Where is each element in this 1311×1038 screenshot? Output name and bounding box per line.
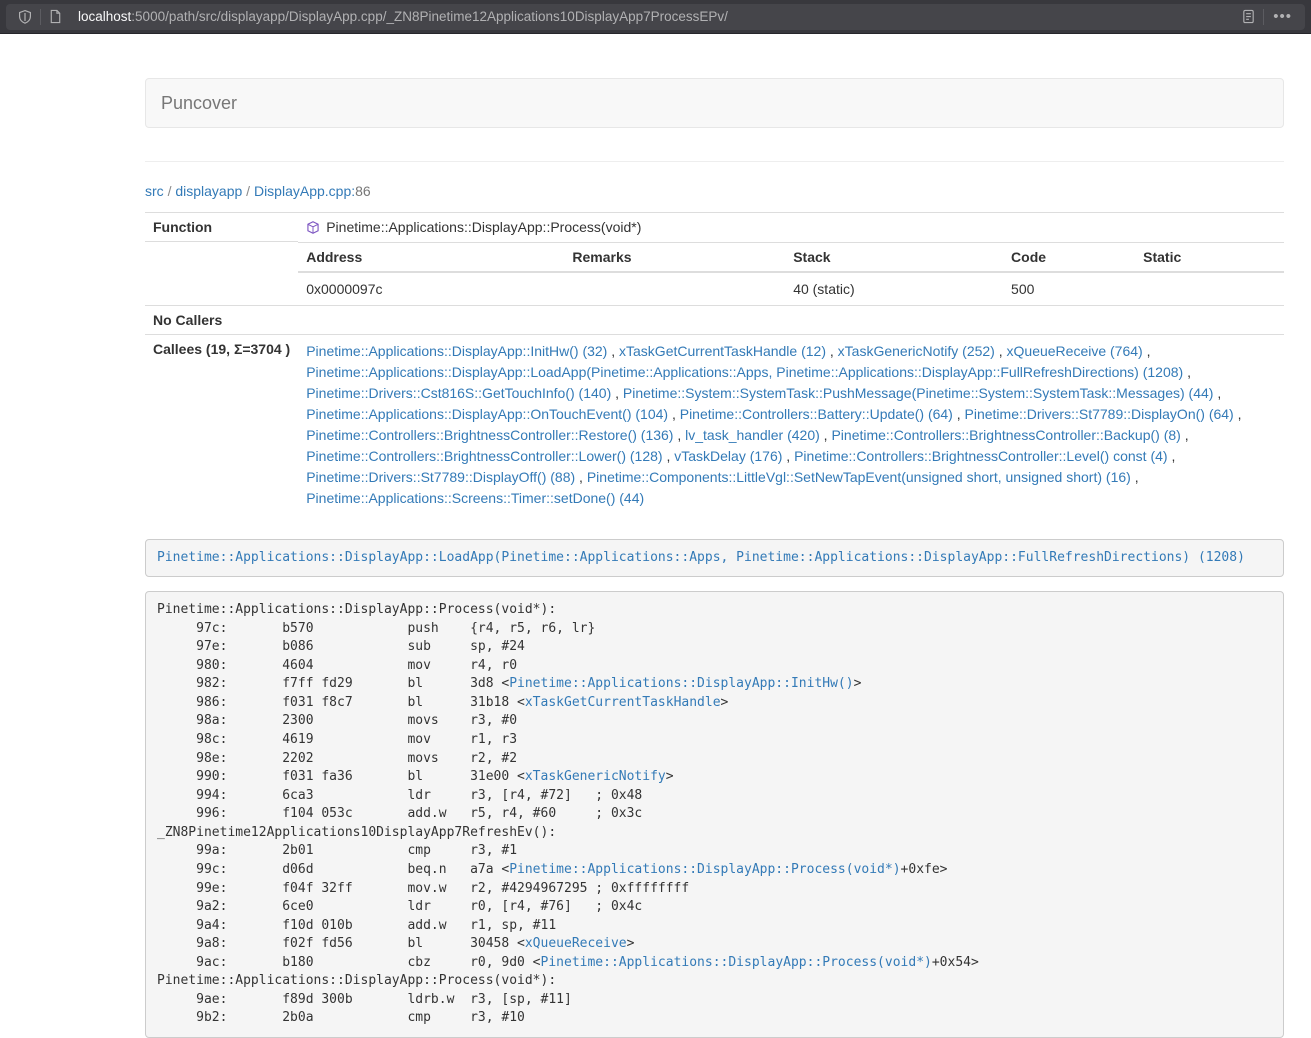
callee-link[interactable]: lv_task_handler (420) [685,427,820,443]
callees-list: Pinetime::Applications::DisplayApp::Init… [298,334,1284,515]
empty-label-cell [145,242,298,306]
callee-link[interactable]: xTaskGetCurrentTaskHandle (12) [619,343,826,359]
page-actions-menu-button[interactable]: ••• [1264,8,1301,25]
callee-link[interactable]: Pinetime::Controllers::Battery::Update()… [680,406,953,422]
page-icon [48,9,63,24]
no-callers-value [298,305,1284,334]
callee-link[interactable]: Pinetime::Drivers::Cst816S::GetTouchInfo… [306,385,611,401]
callee-separator: , [1234,406,1242,422]
breadcrumb-item-src[interactable]: src [145,183,164,199]
browser-toolbar: localhost:5000/path/src/displayapp/Displ… [0,0,1311,34]
callee-separator: , [995,343,1007,359]
callees-label: Callees (19, Σ=3704 ) [145,334,298,515]
asm-symbol-link[interactable]: xTaskGenericNotify [525,769,666,784]
no-callers-label: No Callers [145,305,298,334]
remarks-value [564,272,785,305]
app-brand[interactable]: Puncover [146,78,252,128]
callee-link[interactable]: vTaskDelay (176) [674,448,782,464]
url-bar[interactable]: localhost:5000/path/src/displayapp/Displ… [6,4,1305,30]
assembly-code: Pinetime::Applications::DisplayApp::Proc… [145,591,1284,1038]
stats-header-row: Address Remarks Stack Code Static [298,242,1284,272]
function-label: Function [145,213,298,242]
stack-value: 40 (static) [785,272,1003,305]
reader-mode-icon [1241,9,1256,24]
callee-link[interactable]: Pinetime::Drivers::St7789::DisplayOff() … [306,469,575,485]
app-navbar: Puncover [145,78,1284,128]
asm-symbol-link[interactable]: xTaskGetCurrentTaskHandle [525,695,721,710]
stats-table: Address Remarks Stack Code Static 0x0000… [298,242,1284,305]
code-value: 500 [1003,272,1135,305]
callee-separator: , [953,406,965,422]
callee-link[interactable]: Pinetime::Applications::DisplayApp::OnTo… [306,406,668,422]
divider [145,161,1284,162]
asm-symbol-link[interactable]: Pinetime::Applications::DisplayApp::Proc… [541,955,932,970]
callee-separator: , [826,343,838,359]
callee-link[interactable]: Pinetime::Applications::DisplayApp::Init… [306,343,607,359]
callee-separator: , [1181,427,1189,443]
function-name: Pinetime::Applications::DisplayApp::Proc… [326,219,641,235]
callee-separator: , [611,385,623,401]
asm-symbol-link[interactable]: Pinetime::Applications::DisplayApp::Proc… [509,862,900,877]
callee-separator: , [782,448,794,464]
breadcrumb-item-displayapp[interactable]: displayapp [175,183,242,199]
highlighted-callee-box: Pinetime::Applications::DisplayApp::Load… [145,539,1284,578]
callee-link[interactable]: Pinetime::Applications::Screens::Timer::… [306,490,644,506]
site-info-button[interactable] [41,4,70,30]
callee-separator: , [1183,364,1191,380]
function-table: Function Pinetime::Applications::Display… [145,212,1284,515]
callee-separator: , [1168,448,1176,464]
address-value: 0x0000097c [298,272,564,305]
page-content: Puncover src / displayapp / DisplayApp.c… [145,78,1284,1038]
tracking-protection-button[interactable] [10,4,40,30]
column-header-static: Static [1135,242,1284,272]
breadcrumb: src / displayapp / DisplayApp.cpp:86 [145,183,1284,199]
column-header-address: Address [298,242,564,272]
callees-row: Callees (19, Σ=3704 ) Pinetime::Applicat… [145,334,1284,515]
callee-link[interactable]: Pinetime::Components::LittleVgl::SetNewT… [587,469,1131,485]
asm-symbol-link[interactable]: Pinetime::Applications::DisplayApp::Init… [509,676,853,691]
callee-separator: , [607,343,619,359]
column-header-stack: Stack [785,242,1003,272]
breadcrumb-item-file[interactable]: DisplayApp.cpp: [254,183,355,199]
callee-link[interactable]: Pinetime::System::SystemTask::PushMessag… [623,385,1214,401]
column-header-remarks: Remarks [564,242,785,272]
callee-separator: , [668,406,680,422]
callee-separator: , [1143,343,1151,359]
breadcrumb-line-number: 86 [355,183,371,199]
callee-separator: , [663,448,675,464]
function-row: Function Pinetime::Applications::Display… [145,213,1284,242]
callee-link[interactable]: Pinetime::Controllers::BrightnessControl… [794,448,1167,464]
url-host: localhost [78,9,131,24]
callee-link[interactable]: Pinetime::Applications::DisplayApp::Load… [306,364,1183,380]
callee-separator: , [575,469,587,485]
function-stats-row: Address Remarks Stack Code Static 0x0000… [145,242,1284,306]
callee-link[interactable]: Pinetime::Drivers::St7789::DisplayOn() (… [965,406,1234,422]
reader-mode-button[interactable] [1234,4,1263,30]
symbol-cube-icon [306,220,320,235]
callee-link[interactable]: xTaskGenericNotify (252) [838,343,995,359]
callee-link[interactable]: Pinetime::Controllers::BrightnessControl… [831,427,1180,443]
asm-symbol-link[interactable]: xQueueReceive [525,936,627,951]
column-header-code: Code [1003,242,1135,272]
url-input[interactable]: localhost:5000/path/src/displayapp/Displ… [78,9,1234,24]
callee-separator: , [820,427,832,443]
shield-icon [17,9,33,25]
static-value [1135,272,1284,305]
callee-link[interactable]: Pinetime::Controllers::BrightnessControl… [306,448,662,464]
url-path: :5000/path/src/displayapp/DisplayApp.cpp… [131,9,728,24]
no-callers-row: No Callers [145,305,1284,334]
callee-separator: , [673,427,685,443]
breadcrumb-separator: / [246,183,254,199]
callee-separator: , [1213,385,1221,401]
callee-link[interactable]: Pinetime::Controllers::BrightnessControl… [306,427,673,443]
callee-link[interactable]: xQueueReceive (764) [1007,343,1143,359]
highlighted-callee-link[interactable]: Pinetime::Applications::DisplayApp::Load… [157,550,1245,565]
callee-separator: , [1131,469,1139,485]
stats-value-row: 0x0000097c 40 (static) 500 [298,272,1284,305]
